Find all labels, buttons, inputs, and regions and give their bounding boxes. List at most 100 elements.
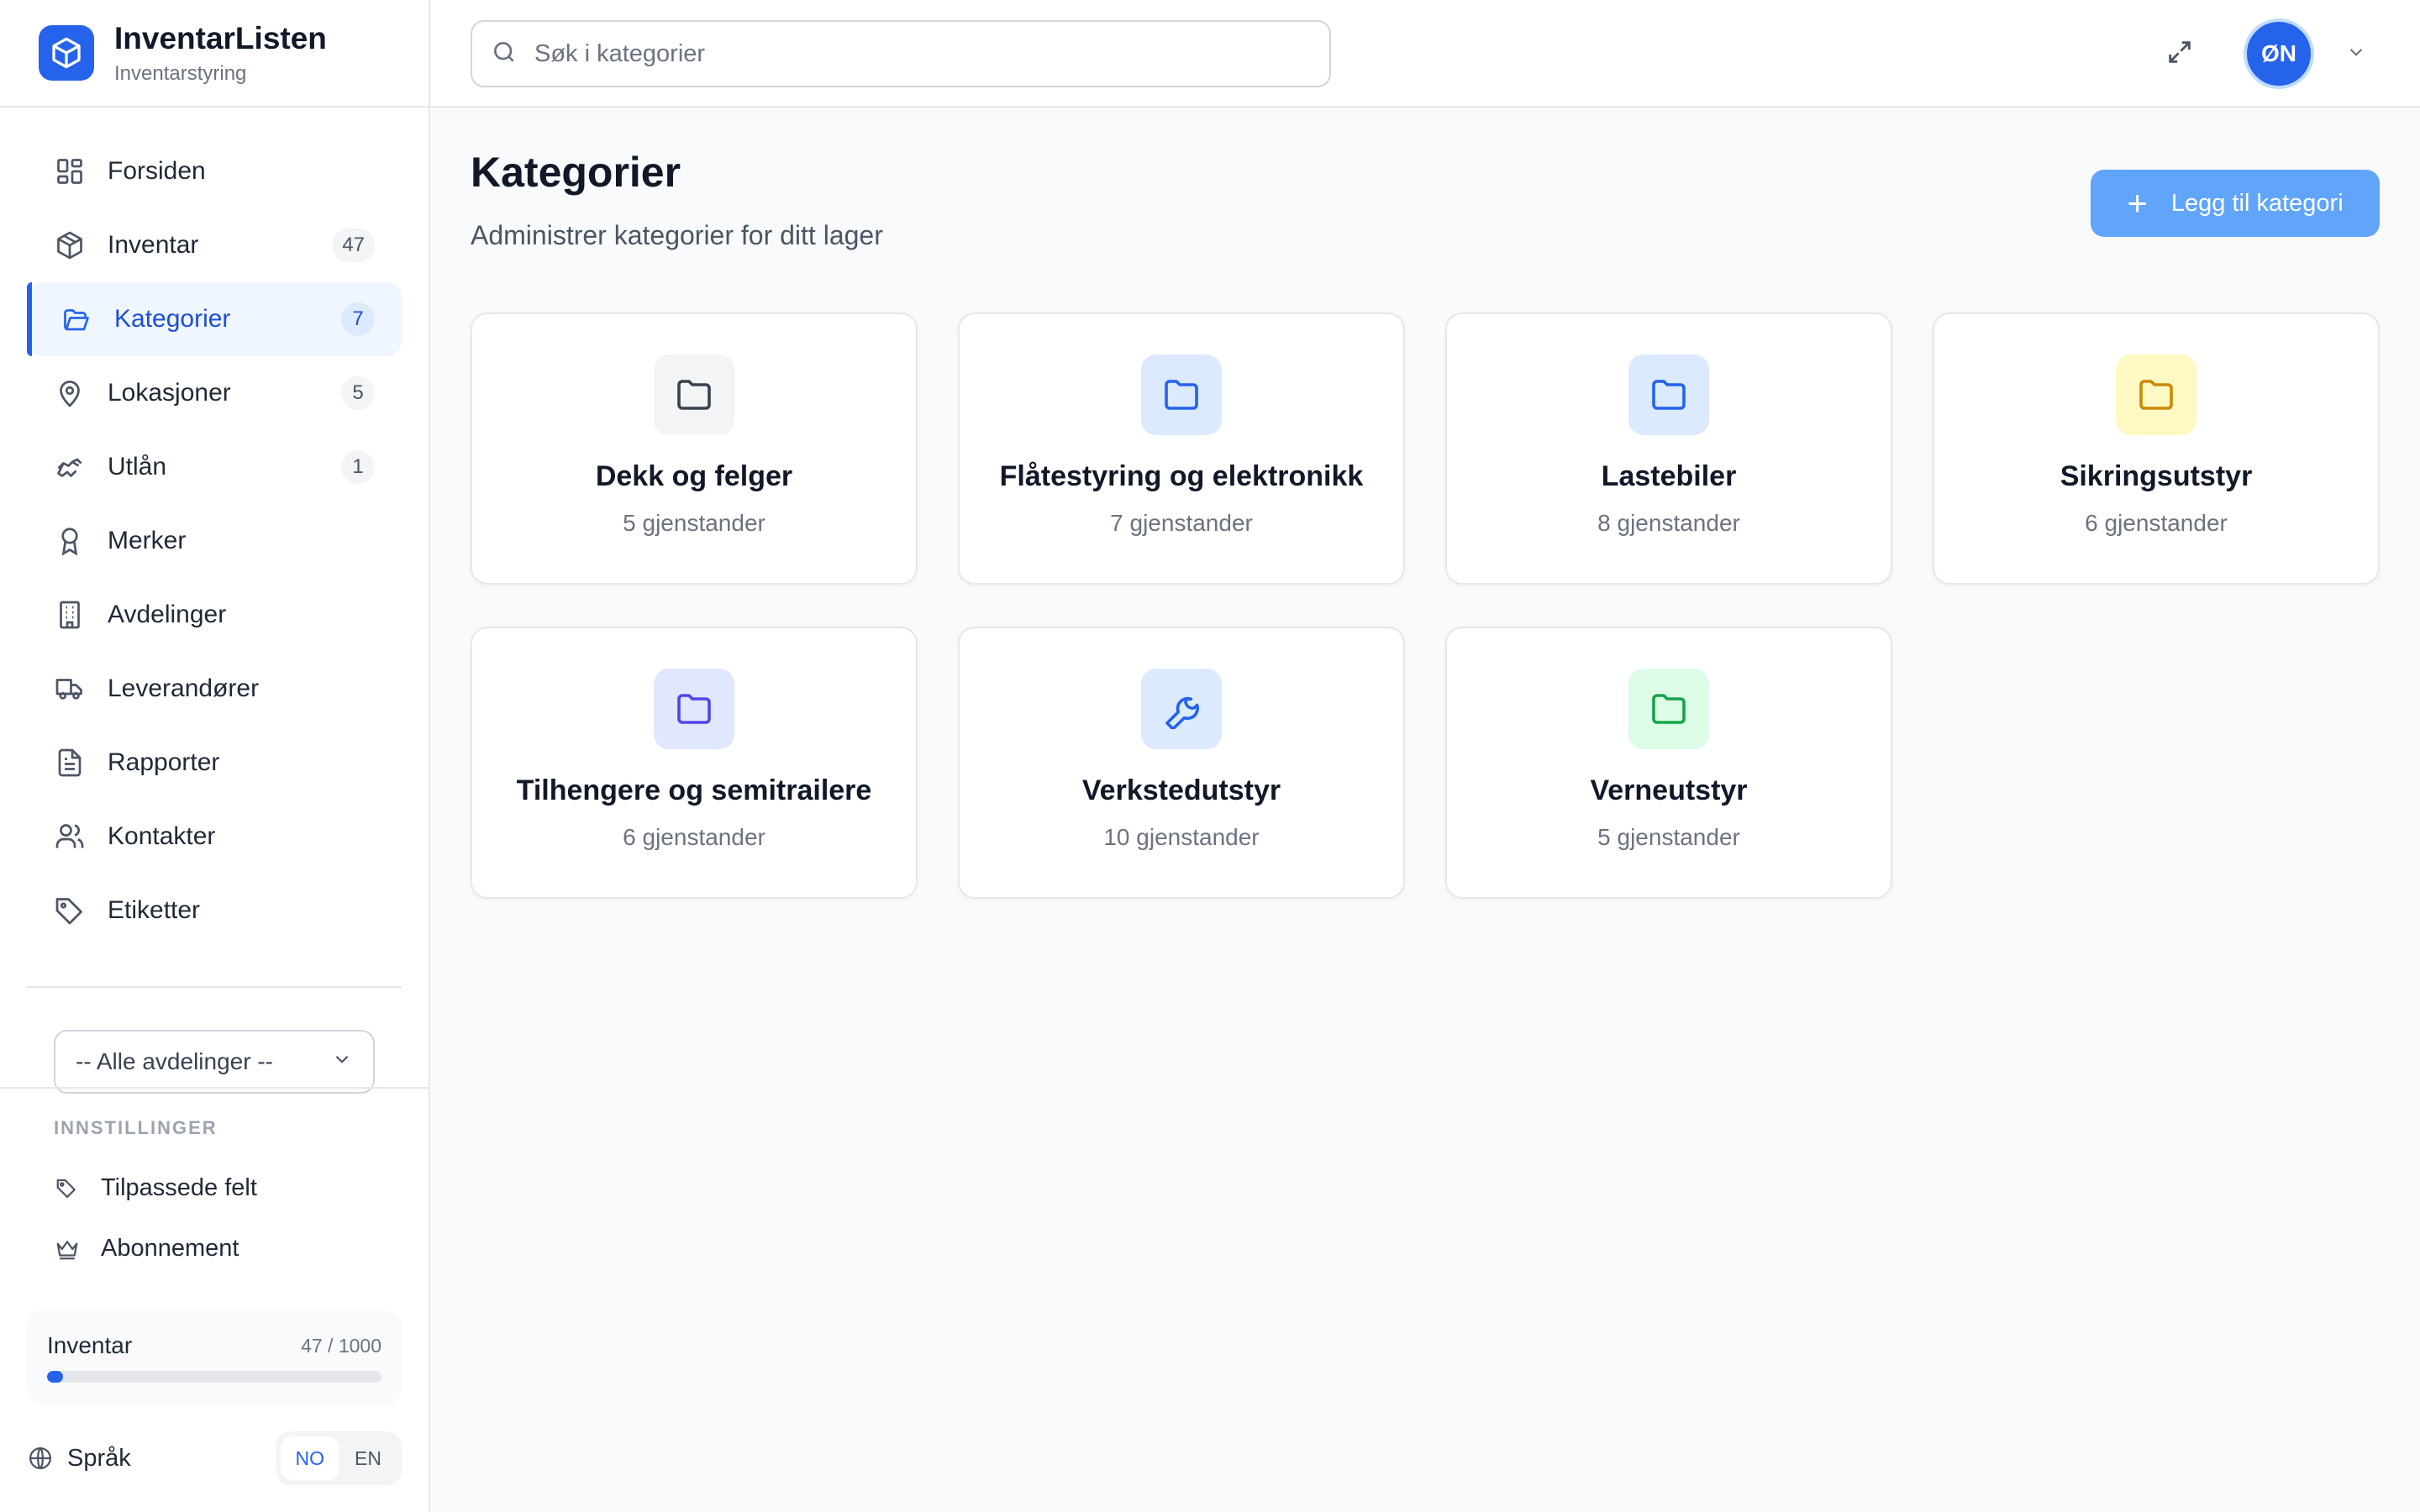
- tag-icon: [54, 895, 86, 927]
- sidebar-item-etiketter[interactable]: Etiketter: [27, 874, 402, 948]
- category-card[interactable]: Sikringsutstyr 6 gjenstander: [1933, 312, 2380, 585]
- department-select-value: -- Alle avdelinger --: [76, 1048, 273, 1074]
- sidebar-item-forsiden[interactable]: Forsiden: [27, 134, 402, 208]
- chevron-down-icon: [2345, 41, 2367, 67]
- wrench-icon: [1141, 669, 1222, 749]
- language-option-no[interactable]: NO: [280, 1436, 340, 1480]
- folder-icon: [654, 669, 734, 749]
- sidebar-item-kontakter[interactable]: Kontakter: [27, 800, 402, 874]
- category-count: 5 gjenstander: [623, 510, 765, 536]
- user-menu-button[interactable]: [2343, 40, 2370, 67]
- folder-icon: [1141, 354, 1222, 435]
- sidebar-item-label: Kategorier: [114, 305, 231, 333]
- grid-icon: [54, 155, 86, 187]
- search-box[interactable]: [471, 20, 1331, 87]
- department-select[interactable]: -- Alle avdelinger --: [54, 1030, 375, 1094]
- sidebar-item-label: Rapporter: [108, 748, 220, 776]
- folder-icon: [654, 354, 734, 435]
- category-card[interactable]: Lastebiler 8 gjenstander: [1445, 312, 1892, 585]
- chevron-down-icon: [331, 1048, 353, 1076]
- category-name: Lastebiler: [1601, 460, 1737, 492]
- category-count: 7 gjenstander: [1110, 510, 1253, 536]
- handshake-icon: [54, 451, 86, 483]
- sidebar-item-inventar[interactable]: Inventar 47: [27, 208, 402, 282]
- settings-item-label: Tilpassede felt: [101, 1174, 257, 1201]
- sidebar-item-label: Utlån: [108, 453, 167, 480]
- sidebar-item-kategorier[interactable]: Kategorier 7: [27, 282, 402, 356]
- globe-icon: [27, 1445, 54, 1472]
- category-count: 10 gjenstander: [1103, 824, 1260, 850]
- inventory-usage: Inventar 47 / 1000: [27, 1310, 402, 1404]
- settings-item-subscription[interactable]: Abonnement: [54, 1235, 239, 1263]
- add-category-button[interactable]: + Legg til kategori: [2091, 170, 2380, 237]
- sidebar-item-utlan[interactable]: Utlån 1: [27, 430, 402, 504]
- category-count: 6 gjenstander: [2085, 510, 2228, 536]
- sidebar-item-label: Avdelinger: [108, 601, 227, 628]
- category-count: 5 gjenstander: [1597, 824, 1740, 850]
- language-option-en[interactable]: EN: [339, 1436, 397, 1480]
- category-card[interactable]: Verkstedutstyr 10 gjenstander: [958, 627, 1405, 899]
- sidebar-item-label: Forsiden: [108, 157, 206, 185]
- sidebar-item-rapporter[interactable]: Rapporter: [27, 726, 402, 800]
- building-icon: [54, 599, 86, 631]
- sidebar-item-avdelinger[interactable]: Avdelinger: [27, 578, 402, 652]
- category-name: Dekk og felger: [595, 460, 793, 492]
- sidebar-item-label: Kontakter: [108, 822, 216, 850]
- category-count: 8 gjenstander: [1597, 510, 1740, 536]
- brand-subtitle: Inventarstyring: [114, 62, 247, 86]
- plus-icon: +: [2127, 183, 2148, 223]
- folder-icon: [1628, 354, 1709, 435]
- sidebar-item-merker[interactable]: Merker: [27, 504, 402, 578]
- folder-open-icon: [60, 303, 92, 335]
- sidebar-item-label: Inventar: [108, 231, 199, 259]
- settings-title: INNSTILLINGER: [54, 1117, 218, 1138]
- category-card[interactable]: Dekk og felger 5 gjenstander: [471, 312, 918, 585]
- usage-progress-bar: [47, 1371, 381, 1383]
- usage-count: 47 / 1000: [301, 1334, 381, 1357]
- sidebar-item-leverandorer[interactable]: Leverandører: [27, 652, 402, 726]
- usage-label: Inventar: [47, 1332, 133, 1358]
- sidebar-divider: [27, 986, 402, 988]
- settings-item-custom-fields[interactable]: Tilpassede felt: [54, 1174, 257, 1202]
- sidebar: InventarListen Inventarstyring Forsiden …: [0, 0, 430, 1512]
- folder-icon: [2116, 354, 2196, 435]
- sidebar-item-label: Etiketter: [108, 896, 201, 924]
- tags-icon: [54, 1175, 81, 1202]
- category-count: 6 gjenstander: [623, 824, 765, 850]
- language-row: Språk NO EN: [27, 1431, 402, 1485]
- box-logo-icon: [39, 25, 94, 81]
- category-name: Verkstedutstyr: [1081, 774, 1281, 806]
- brand[interactable]: InventarListen Inventarstyring: [0, 0, 429, 108]
- settings-section: [0, 1087, 429, 1089]
- count-badge: 1: [341, 450, 375, 484]
- fullscreen-button[interactable]: [2163, 37, 2196, 71]
- sidebar-nav: Forsiden Inventar 47 Kategorier 7 Lokasj…: [27, 134, 402, 948]
- count-badge: 47: [332, 228, 375, 262]
- category-name: Flåtestyring og elektronikk: [999, 460, 1364, 492]
- award-icon: [54, 525, 86, 557]
- top-bar: ØN: [430, 0, 2420, 108]
- usage-progress-fill: [47, 1371, 63, 1383]
- page-subtitle: Administrer kategorier for ditt lager: [471, 220, 883, 250]
- user-avatar[interactable]: ØN: [2244, 18, 2314, 89]
- category-card[interactable]: Verneutstyr 5 gjenstander: [1445, 627, 1892, 899]
- category-name: Sikringsutstyr: [2060, 460, 2253, 492]
- category-card[interactable]: Tilhengere og semitrailere 6 gjenstander: [471, 627, 918, 899]
- sidebar-item-label: Leverandører: [108, 675, 260, 702]
- category-name: Verneutstyr: [1590, 774, 1748, 806]
- language-label: Språk: [67, 1444, 131, 1472]
- category-card[interactable]: Flåtestyring og elektronikk 7 gjenstande…: [958, 312, 1405, 585]
- settings-item-label: Abonnement: [101, 1235, 239, 1262]
- sidebar-item-label: Lokasjoner: [108, 379, 231, 407]
- file-text-icon: [54, 747, 86, 779]
- brand-title: InventarListen: [114, 20, 327, 55]
- search-icon: [491, 39, 518, 70]
- count-badge: 7: [341, 302, 375, 336]
- page-title: Kategorier: [471, 149, 681, 196]
- crown-icon: [54, 1236, 81, 1263]
- sidebar-item-lokasjoner[interactable]: Lokasjoner 5: [27, 356, 402, 430]
- expand-icon: [2165, 38, 2194, 71]
- sidebar-item-label: Merker: [108, 527, 187, 554]
- search-input[interactable]: [534, 39, 1291, 68]
- folder-icon: [1628, 669, 1709, 749]
